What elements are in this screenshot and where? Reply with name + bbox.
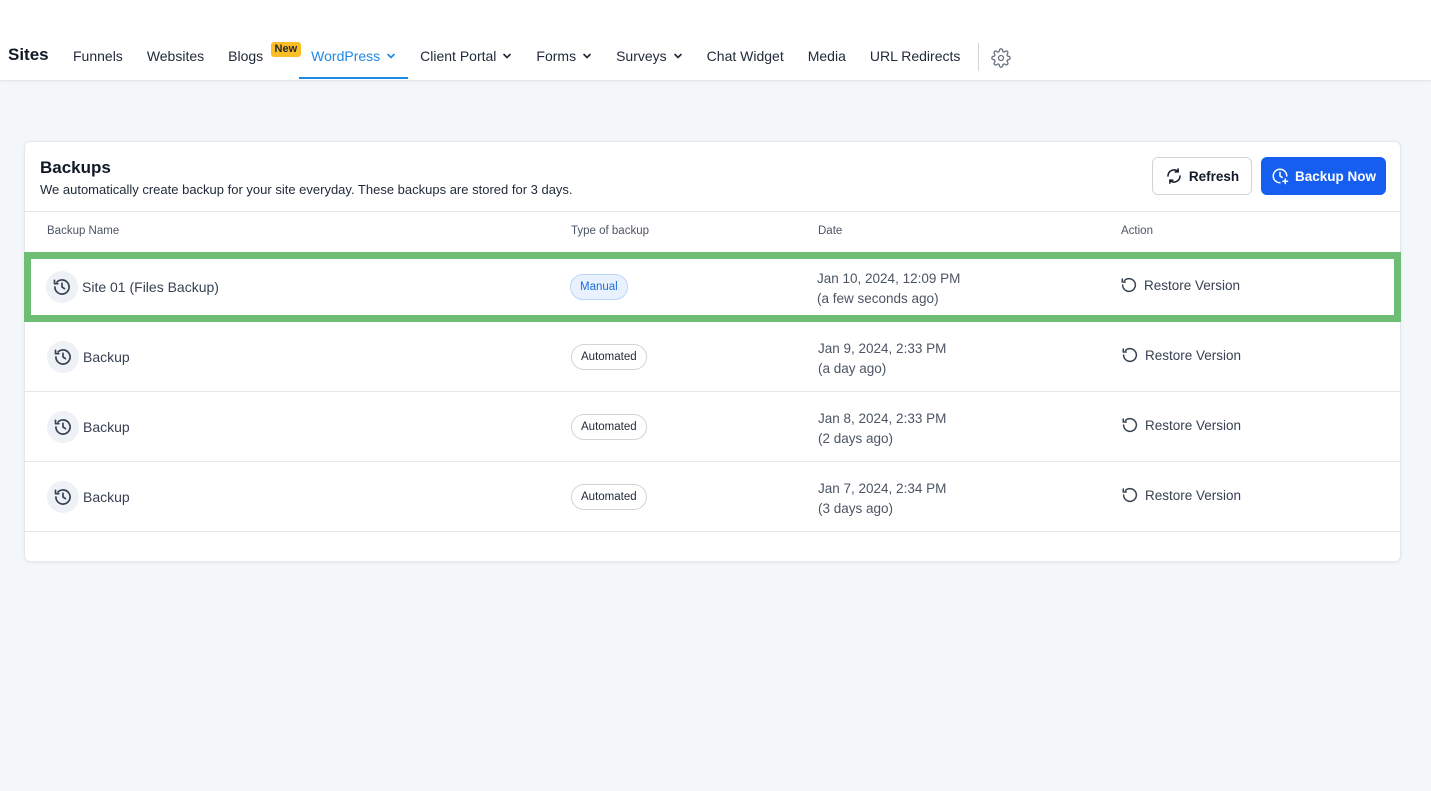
chevron-down-icon — [583, 53, 591, 59]
nav-item-label: URL Redirects — [869, 48, 961, 64]
nav-item-label: Forms — [536, 48, 577, 64]
restore-version-button[interactable]: Restore Version — [1120, 276, 1240, 294]
backup-type-badge: Automated — [571, 414, 647, 440]
refresh-button[interactable]: Refresh — [1152, 157, 1252, 195]
top-nav: Sites Funnels Websites Blogs New WordPre… — [0, 0, 1431, 81]
nav-item-label: Client Portal — [420, 48, 497, 64]
backup-date-absolute: Jan 9, 2024, 2:33 PM — [818, 341, 947, 356]
nav-item-client-portal[interactable]: Client Portal — [408, 0, 524, 81]
refresh-label: Refresh — [1188, 168, 1240, 184]
table-row: Backup Automated Jan 7, 2024, 2:34 PM (3… — [25, 462, 1400, 532]
nav-item-label: Funnels — [73, 48, 123, 64]
restore-icon — [1122, 487, 1138, 503]
nav-item-label: Blogs — [228, 48, 264, 64]
backups-subtitle: We automatically create backup for your … — [40, 182, 573, 197]
nav-item-blogs[interactable]: Blogs New — [216, 0, 302, 81]
new-badge: New — [270, 42, 302, 57]
nav-item-url-redirects[interactable]: URL Redirects — [858, 0, 973, 81]
restore-version-button[interactable]: Restore Version — [1121, 346, 1241, 364]
backup-history-icon — [47, 481, 79, 513]
backup-date: Jan 9, 2024, 2:33 PM (a day ago) — [818, 339, 946, 379]
backup-now-label: Backup Now — [1294, 168, 1376, 184]
backup-date-relative: (a day ago) — [818, 361, 887, 376]
chevron-down-icon — [503, 53, 512, 59]
card-header: Backups We automatically create backup f… — [25, 142, 1400, 212]
column-header-date: Date — [818, 225, 843, 237]
backup-name: Backup — [83, 349, 130, 365]
backup-type-badge: Automated — [571, 484, 647, 510]
table-row: Backup Automated Jan 8, 2024, 2:33 PM (2… — [25, 392, 1400, 462]
nav-menu: Funnels Websites Blogs New WordPress Cli… — [61, 0, 1012, 81]
restore-version-label: Restore Version — [1144, 277, 1241, 293]
clock-plus-icon — [1272, 168, 1289, 185]
column-header-action: Action — [1121, 225, 1153, 237]
backups-title: Backups — [40, 158, 111, 177]
nav-item-label: Chat Widget — [706, 48, 784, 64]
table-row: Backup Automated Jan 9, 2024, 2:33 PM (a… — [25, 322, 1400, 392]
column-header-type: Type of backup — [571, 225, 649, 237]
restore-icon — [1121, 277, 1137, 293]
backup-date: Jan 10, 2024, 12:09 PM (a few seconds ag… — [817, 269, 960, 309]
table-header: Backup Name Type of backup Date Action — [25, 212, 1400, 252]
nav-item-wordpress[interactable]: WordPress — [299, 0, 409, 81]
nav-divider — [978, 43, 980, 71]
chevron-down-icon — [673, 53, 682, 59]
backup-name: Backup — [83, 419, 130, 435]
backup-history-icon — [47, 341, 79, 373]
nav-item-surveys[interactable]: Surveys — [604, 0, 695, 81]
backup-history-icon — [46, 271, 78, 303]
backup-date-absolute: Jan 8, 2024, 2:33 PM — [818, 411, 947, 426]
restore-version-label: Restore Version — [1145, 417, 1242, 433]
gear-icon[interactable] — [991, 48, 1012, 68]
refresh-icon — [1167, 168, 1181, 184]
restore-version-label: Restore Version — [1145, 347, 1242, 363]
nav-item-funnels[interactable]: Funnels — [61, 0, 135, 81]
backup-date-relative: (2 days ago) — [818, 431, 894, 446]
restore-icon — [1122, 347, 1138, 363]
backup-date-relative: (3 days ago) — [818, 501, 894, 516]
nav-item-websites[interactable]: Websites — [135, 0, 216, 81]
restore-version-button[interactable]: Restore Version — [1121, 486, 1241, 504]
nav-item-media[interactable]: Media — [796, 0, 858, 81]
backup-type-badge: Automated — [571, 344, 647, 370]
restore-version-button[interactable]: Restore Version — [1121, 416, 1241, 434]
brand-title: Sites — [8, 45, 49, 64]
backup-name: Site 01 (Files Backup) — [82, 279, 219, 295]
backup-date-absolute: Jan 7, 2024, 2:34 PM — [818, 481, 947, 496]
nav-item-chat-widget[interactable]: Chat Widget — [695, 0, 796, 81]
nav-item-label: WordPress — [311, 48, 381, 64]
backup-date: Jan 7, 2024, 2:34 PM (3 days ago) — [818, 479, 946, 519]
backups-card: Backups We automatically create backup f… — [24, 141, 1401, 562]
chevron-down-icon — [387, 53, 395, 59]
nav-item-forms[interactable]: Forms — [524, 0, 604, 81]
backup-history-icon — [47, 411, 79, 443]
nav-item-label: Media — [807, 48, 846, 64]
backup-date-relative: (a few seconds ago) — [817, 291, 939, 306]
backup-date: Jan 8, 2024, 2:33 PM (2 days ago) — [818, 409, 946, 449]
column-header-name: Backup Name — [47, 225, 120, 237]
restore-version-label: Restore Version — [1145, 487, 1242, 503]
backup-now-button[interactable]: Backup Now — [1261, 157, 1386, 195]
restore-icon — [1122, 417, 1138, 433]
table-row: Site 01 (Files Backup) Manual Jan 10, 20… — [24, 252, 1401, 322]
backup-type-badge: Manual — [570, 274, 628, 300]
backup-name: Backup — [83, 489, 130, 505]
nav-item-label: Surveys — [616, 48, 667, 64]
nav-item-label: Websites — [146, 48, 205, 64]
backup-date-absolute: Jan 10, 2024, 12:09 PM — [817, 271, 961, 286]
